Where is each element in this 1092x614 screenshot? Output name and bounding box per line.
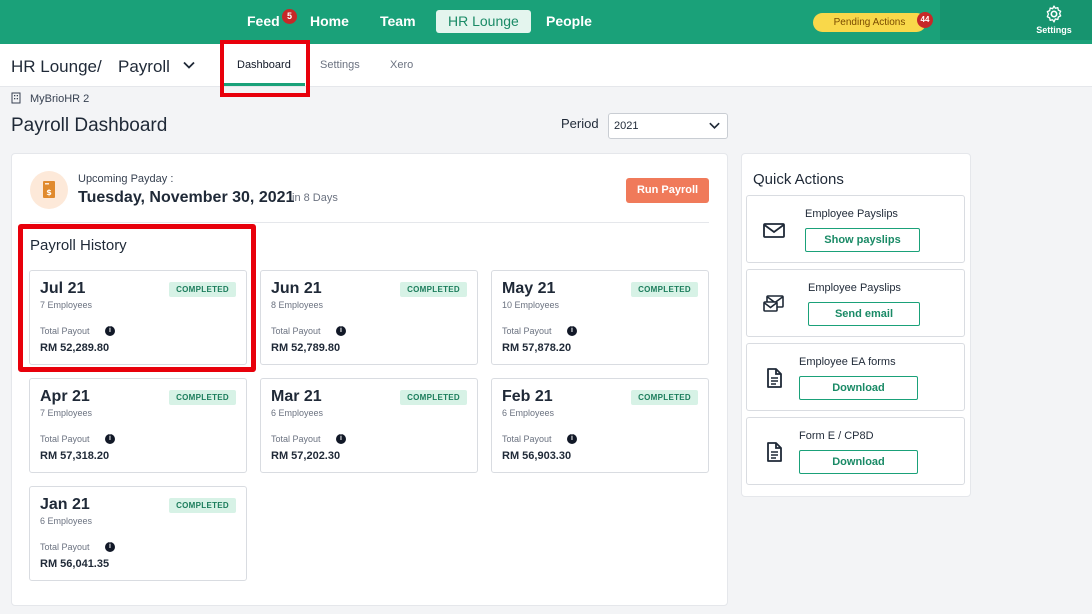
total-payout-amount: RM 57,878.20 bbox=[502, 342, 572, 354]
payslip-document-icon: $ bbox=[43, 181, 55, 198]
total-payout-label: Total Payout bbox=[502, 326, 552, 336]
payroll-card-may-21[interactable]: May 21 10 Employees COMPLETED Total Payo… bbox=[491, 270, 709, 365]
total-payout-label: Total Payout bbox=[40, 434, 90, 444]
card-month: Mar 21 bbox=[271, 388, 322, 405]
status-badge: COMPLETED bbox=[169, 498, 236, 513]
status-badge: COMPLETED bbox=[631, 282, 698, 297]
quick-action-label: Employee EA forms bbox=[799, 356, 896, 368]
info-icon[interactable]: i bbox=[105, 434, 115, 444]
nav-people[interactable]: People bbox=[534, 10, 604, 33]
payroll-card-jun-21[interactable]: Jun 21 8 Employees COMPLETED Total Payou… bbox=[260, 270, 478, 365]
top-navigation: Feed 5 Home Team HR Lounge People Pendin… bbox=[0, 0, 1092, 44]
tab-settings[interactable]: Settings bbox=[320, 59, 360, 71]
chevron-down-icon bbox=[709, 122, 720, 130]
card-employee-count: 7 Employees bbox=[40, 408, 93, 418]
card-employee-count: 10 Employees bbox=[502, 300, 560, 310]
send-email-icon bbox=[763, 295, 784, 312]
quick-action-show-payslips: Employee Payslips Show payslips bbox=[746, 195, 965, 263]
document-icon bbox=[767, 368, 782, 388]
total-payout-amount: RM 57,318.20 bbox=[40, 450, 110, 462]
payday-countdown: in 8 Days bbox=[292, 192, 338, 204]
card-month: Jan 21 bbox=[40, 496, 90, 513]
quick-action-form-e: Form E / CP8D Download bbox=[746, 417, 965, 485]
nav-home[interactable]: Home bbox=[298, 10, 361, 33]
show-payslips-button[interactable]: Show payslips bbox=[805, 228, 920, 252]
info-icon[interactable]: i bbox=[567, 434, 577, 444]
chevron-down-icon[interactable] bbox=[182, 58, 196, 72]
card-month: Jun 21 bbox=[271, 280, 322, 297]
organization-name: MyBrioHR 2 bbox=[30, 93, 90, 105]
info-icon[interactable]: i bbox=[567, 326, 577, 336]
gear-icon[interactable] bbox=[1044, 4, 1064, 24]
payroll-card-apr-21[interactable]: Apr 21 7 Employees COMPLETED Total Payou… bbox=[29, 378, 247, 473]
page-title: Payroll Dashboard bbox=[11, 115, 168, 136]
info-icon[interactable]: i bbox=[336, 434, 346, 444]
info-icon[interactable]: i bbox=[336, 326, 346, 336]
breadcrumb-current[interactable]: Payroll bbox=[118, 57, 170, 77]
status-badge: COMPLETED bbox=[400, 390, 467, 405]
run-payroll-button[interactable]: Run Payroll bbox=[626, 178, 709, 203]
quick-action-label: Form E / CP8D bbox=[799, 430, 874, 442]
card-employee-count: 6 Employees bbox=[40, 516, 93, 526]
total-payout-amount: RM 56,041.35 bbox=[40, 558, 110, 570]
envelope-icon bbox=[763, 223, 785, 238]
total-payout-label: Total Payout bbox=[40, 542, 90, 552]
status-badge: COMPLETED bbox=[631, 390, 698, 405]
tab-xero[interactable]: Xero bbox=[390, 59, 413, 71]
nav-team[interactable]: Team bbox=[368, 10, 428, 33]
info-icon[interactable]: i bbox=[105, 542, 115, 552]
quick-action-ea-forms: Employee EA forms Download bbox=[746, 343, 965, 411]
download-ea-forms-button[interactable]: Download bbox=[799, 376, 918, 400]
period-label: Period bbox=[561, 116, 599, 131]
total-payout-label: Total Payout bbox=[271, 326, 321, 336]
building-icon bbox=[11, 92, 21, 104]
total-payout-label: Total Payout bbox=[271, 434, 321, 444]
quick-action-label: Employee Payslips bbox=[808, 282, 901, 294]
upcoming-payday-date: Tuesday, November 30, 2021 bbox=[78, 189, 295, 206]
svg-text:$: $ bbox=[46, 188, 52, 197]
total-payout-label: Total Payout bbox=[502, 434, 552, 444]
card-month: May 21 bbox=[502, 280, 556, 297]
sub-header: HR Lounge / Payroll Dashboard Settings X… bbox=[0, 44, 1092, 87]
settings-label[interactable]: Settings bbox=[1030, 25, 1078, 35]
card-month: Apr 21 bbox=[40, 388, 90, 405]
card-employee-count: 8 Employees bbox=[271, 300, 324, 310]
highlight-box-dashboard-tab bbox=[220, 40, 310, 97]
upcoming-payday-label: Upcoming Payday : bbox=[78, 173, 174, 185]
payroll-card-mar-21[interactable]: Mar 21 6 Employees COMPLETED Total Payou… bbox=[260, 378, 478, 473]
quick-action-send-email: Employee Payslips Send email bbox=[746, 269, 965, 337]
card-employee-count: 6 Employees bbox=[271, 408, 324, 418]
payroll-card-jan-21[interactable]: Jan 21 6 Employees COMPLETED Total Payou… bbox=[29, 486, 247, 581]
total-payout-amount: RM 57,202.30 bbox=[271, 450, 341, 462]
total-payout-amount: RM 52,789.80 bbox=[271, 342, 341, 354]
pending-actions-count-badge: 44 bbox=[917, 12, 933, 28]
document-icon bbox=[767, 442, 782, 462]
status-badge: COMPLETED bbox=[400, 282, 467, 297]
card-employee-count: 6 Employees bbox=[502, 408, 555, 418]
pending-actions-button[interactable]: Pending Actions bbox=[813, 13, 926, 32]
status-badge: COMPLETED bbox=[169, 390, 236, 405]
breadcrumb-root[interactable]: HR Lounge bbox=[11, 57, 97, 77]
download-form-e-button[interactable]: Download bbox=[799, 450, 918, 474]
highlight-box-payroll-history bbox=[18, 224, 256, 372]
send-email-button[interactable]: Send email bbox=[808, 302, 920, 326]
nav-hr-lounge[interactable]: HR Lounge bbox=[436, 10, 531, 33]
payroll-card-feb-21[interactable]: Feb 21 6 Employees COMPLETED Total Payou… bbox=[491, 378, 709, 473]
payday-icon-circle: $ bbox=[30, 171, 68, 209]
total-payout-amount: RM 56,903.30 bbox=[502, 450, 572, 462]
card-month: Feb 21 bbox=[502, 388, 553, 405]
divider bbox=[30, 222, 709, 223]
quick-action-label: Employee Payslips bbox=[805, 208, 898, 220]
feed-count-badge: 5 bbox=[282, 9, 297, 24]
breadcrumb-separator: / bbox=[97, 57, 102, 76]
quick-actions-title: Quick Actions bbox=[753, 171, 844, 188]
